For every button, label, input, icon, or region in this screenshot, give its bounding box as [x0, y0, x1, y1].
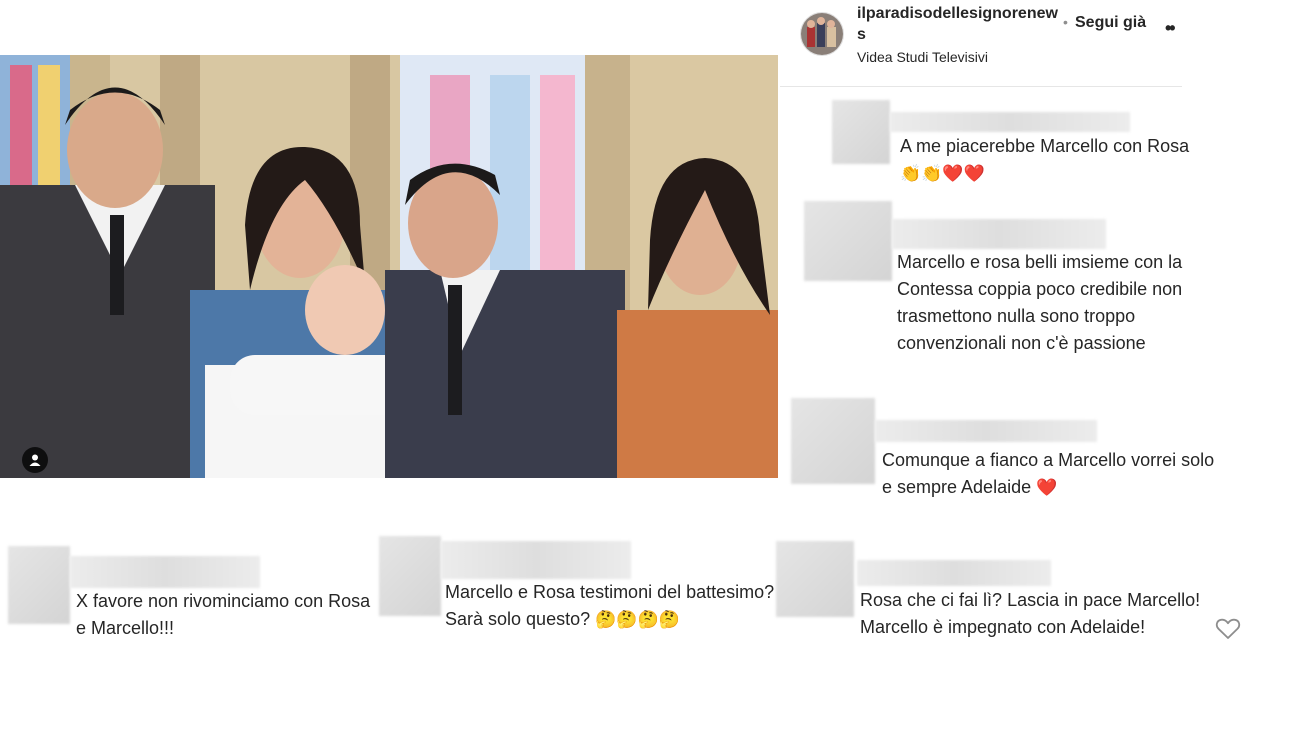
avatar-image: [801, 13, 843, 55]
user-icon: [29, 454, 41, 466]
more-options-icon[interactable]: ••: [1165, 18, 1176, 39]
username-link[interactable]: ilparadisodellesignorenews: [857, 3, 1062, 45]
like-comment-button[interactable]: [1215, 617, 1241, 646]
comment-text: A me piacerebbe Marcello con Rosa 👏👏❤️❤️: [900, 133, 1240, 187]
commenter-avatar: [8, 546, 70, 624]
comment-text: Rosa che ci fai lì? Lascia in pace Marce…: [860, 590, 1201, 637]
commenter-avatar: [832, 100, 890, 164]
separator-dot: •: [1063, 14, 1068, 30]
post-photo[interactable]: [0, 55, 778, 478]
tagged-users-button[interactable]: [22, 447, 48, 473]
heart-icon: [1215, 618, 1241, 639]
comment-emojis: 🤔🤔🤔🤔: [595, 610, 680, 629]
comment-text: Comunque a fianco a Marcello vorrei solo…: [882, 447, 1222, 501]
commenter-username: [441, 541, 631, 579]
commenter-avatar: [791, 398, 875, 484]
commenter-username: [892, 219, 1106, 249]
comment-text: Marcello e Rosa testimoni del battesimo?…: [445, 579, 775, 633]
commenter-username: [70, 556, 260, 588]
commenter-avatar: [379, 536, 441, 616]
commenter-avatar: [776, 541, 854, 617]
comment-text: X favore non rivominciamo con Rosa e Mar…: [76, 591, 371, 638]
commenter-username: [857, 560, 1051, 586]
comment-emojis: 👏👏❤️❤️: [900, 164, 985, 183]
comment-body: A me piacerebbe Marcello con Rosa: [900, 136, 1190, 156]
commenter-username: [875, 420, 1097, 442]
commenter-username: [890, 112, 1130, 132]
photo-illustration: [0, 55, 778, 478]
comment-emojis: ❤️: [1036, 478, 1058, 497]
commenter-avatar: [804, 201, 892, 281]
location-link[interactable]: Videa Studi Televisivi: [857, 49, 988, 65]
following-button[interactable]: Segui già: [1075, 14, 1146, 32]
comment-text: Marcello e rosa belli imsieme con la Con…: [897, 252, 1183, 353]
profile-avatar[interactable]: [800, 12, 844, 56]
